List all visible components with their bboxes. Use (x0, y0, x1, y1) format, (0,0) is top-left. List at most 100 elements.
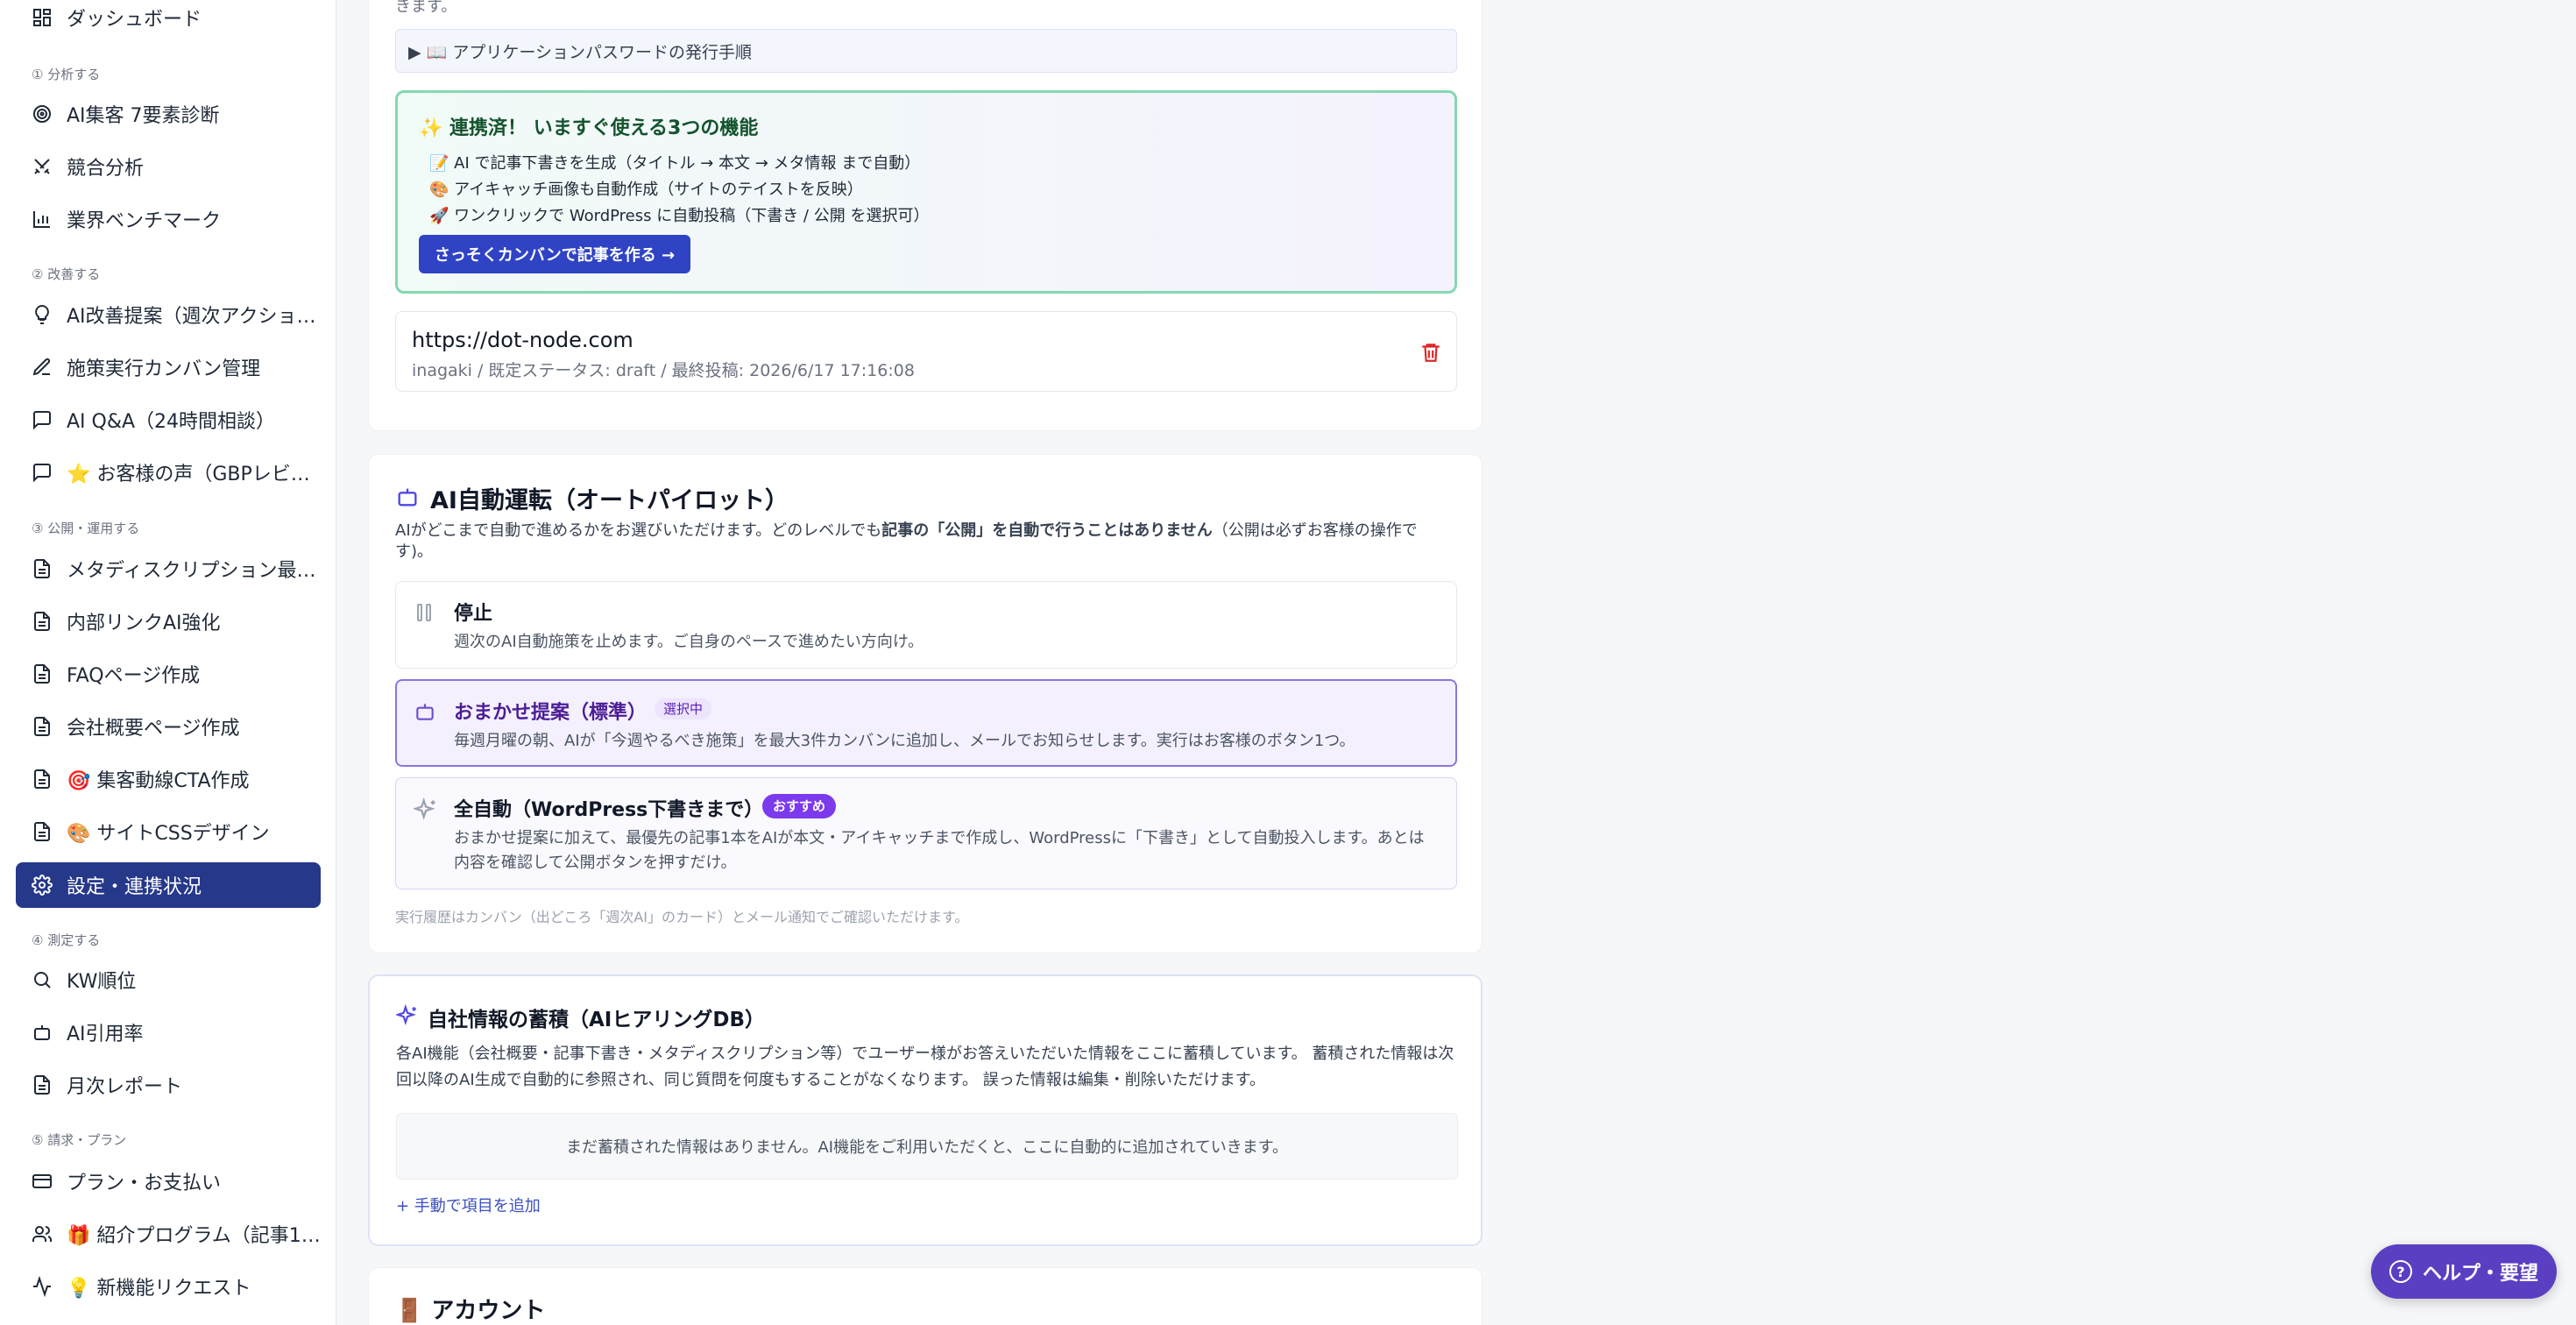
sidebar-item-label: AI集客 7要素診断 (67, 105, 220, 127)
document-icon (32, 558, 53, 579)
autopilot-footnote: 実行履歴はカンバン（出どころ「週次AI」のカード）とメール通知でご確認いただけま… (395, 909, 969, 925)
sidebar-item-dashboard[interactable]: ダッシュボード (16, 0, 321, 40)
option-desc: 毎週月曜の朝、AIが「今週やるべき施策」を最大3件カンバンに追加し、メールでお知… (454, 732, 1355, 750)
sidebar-item-label: プラン・お支払い (67, 1173, 222, 1194)
sidebar-item-settings[interactable]: 設定・連携状況 (16, 862, 321, 908)
sidebar-item-diagnosis[interactable]: AI集客 7要素診断 (16, 91, 321, 137)
sidebar-item-label: 競合分析 (67, 158, 145, 180)
robot-icon (395, 485, 420, 509)
sidebar-item-css-design[interactable]: 🎨 サイトCSSデザイン (16, 809, 321, 854)
document-icon (32, 611, 53, 632)
sidebar-item-label: KW順位 (67, 971, 137, 993)
option-title: 全自動（WordPress下書きまで） (454, 799, 764, 821)
sidebar-section-billing: ⑤ 請求・プラン (32, 1132, 127, 1148)
document-icon (32, 1074, 53, 1095)
autopilot-description-2: す)。 (395, 542, 434, 561)
target-icon (32, 103, 53, 124)
main-content: きます。 ▶ 📖 アプリケーションパスワードの発行手順 ✨ 連携済！ いますぐ使… (336, 0, 2576, 1325)
option-suggest[interactable]: おまかせ提案（標準） 選択中 毎週月曜の朝、AIが「今週やるべき施策」を最大3件… (395, 679, 1457, 767)
sidebar-item-label: 内部リンクAI強化 (67, 613, 221, 634)
sidebar-item-label: 会社概要ページ作成 (67, 718, 240, 740)
grid-icon (32, 7, 53, 28)
desc-prefix: AIがどこまで自動で進めるかをお選びいただけます。どのレベルでも (395, 521, 882, 540)
sidebar-item-label: AI改善提案（週次アクショ… (67, 306, 316, 328)
sidebar-item-label: 🎁 紹介プログラム（記事1… (67, 1225, 321, 1247)
desc-suffix: （公開は必ずお客様の操作で (1212, 521, 1418, 540)
sparkles-icon (394, 1003, 419, 1027)
sidebar-item-kanban[interactable]: 施策実行カンバン管理 (16, 344, 321, 390)
sidebar-item-cta[interactable]: 🎯 集客動線CTA作成 (16, 756, 321, 802)
option-stop[interactable]: 停止 週次のAI自動施策を止めます。ご自身のペースで進めたい方向け。 (395, 581, 1457, 669)
trash-icon[interactable] (1419, 340, 1442, 365)
option-desc: おまかせ提案に加えて、最優先の記事1本をAIが本文・アイキャッチまで作成し、Wo… (454, 829, 1425, 847)
document-icon (32, 663, 53, 684)
sidebar-item-label: 🎨 サイトCSSデザイン (67, 823, 270, 845)
option-title: 停止 (454, 603, 493, 625)
sidebar-section-analyze: ① 分析する (32, 67, 101, 82)
bar-chart-icon (32, 209, 53, 230)
sidebar-item-label: 🎯 集客動線CTA作成 (67, 770, 250, 792)
promo-line: 📝 AI で記事下書きを生成（タイトル → 本文 → メタ情報 まで自動） (429, 154, 921, 173)
sidebar-item-label: 施策実行カンバン管理 (67, 358, 261, 380)
sidebar-item-label: AI Q&A（24時間相談） (67, 411, 276, 433)
add-item-link[interactable]: + 手動で項目を追加 (396, 1194, 541, 1216)
pause-icon (414, 601, 435, 624)
top-fragment-text: きます。 (395, 0, 457, 16)
help-icon: ? (2388, 1260, 2412, 1283)
sidebar-item-label: メタディスクリプション最… (67, 560, 316, 582)
sidebar-item-ai-citation[interactable]: AI引用率 (16, 1010, 321, 1055)
gear-icon (32, 875, 53, 896)
sidebar-item-referral[interactable]: 🎁 紹介プログラム（記事1… (16, 1211, 321, 1257)
sidebar-item-faq[interactable]: FAQページ作成 (16, 651, 321, 697)
sidebar-item-benchmark[interactable]: 業界ベンチマーク (16, 196, 321, 242)
desc-bold: 記事の「公開」を自動で行うことはありません (881, 521, 1213, 540)
selected-badge: 選択中 (655, 698, 712, 719)
kb-description-2: 回以降のAI生成で自動的に参照され、同じ質問を何度もすることがなくなります。 誤… (396, 1071, 1265, 1089)
kb-empty-state: まだ蓄積された情報はありません。AI機能をご利用いただくと、ここに自動的に追加さ… (396, 1113, 1458, 1180)
help-button[interactable]: ? ヘルプ・要望 (2371, 1244, 2557, 1299)
recommended-badge: おすすめ (762, 794, 837, 818)
sidebar-item-internal-links[interactable]: 内部リンクAI強化 (16, 599, 321, 644)
option-desc: 週次のAI自動施策を止めます。ご自身のペースで進めたい方向け。 (454, 633, 924, 651)
help-label: ヘルプ・要望 (2422, 1263, 2538, 1285)
activity-icon (32, 1276, 53, 1297)
search-icon (32, 969, 53, 990)
howto-label: ▶ 📖 アプリケーションパスワードの発行手順 (408, 42, 752, 62)
sidebar-item-meta-description[interactable]: メタディスクリプション最… (16, 546, 321, 592)
sidebar-item-competitor[interactable]: 競合分析 (16, 144, 321, 189)
site-row: https://dot-node.com inagaki / 既定ステータス: … (395, 311, 1457, 392)
promo-title: ✨ 連携済！ いますぐ使える3つの機能 (419, 117, 759, 139)
sidebar-item-plan[interactable]: プラン・お支払い (16, 1158, 321, 1204)
promo-box: ✨ 連携済！ いますぐ使える3つの機能 📝 AI で記事下書きを生成（タイトル … (395, 90, 1457, 294)
howto-disclosure[interactable]: ▶ 📖 アプリケーションパスワードの発行手順 (395, 29, 1457, 73)
lightbulb-icon (32, 304, 53, 325)
sidebar-item-ai-qa[interactable]: AI Q&A（24時間相談） (16, 397, 321, 443)
sidebar-item-label: FAQページ作成 (67, 665, 201, 687)
option-desc-2: 内容を確認して公開ボタンを押すだけ。 (454, 854, 737, 872)
kb-title: 自社情報の蓄積（AIヒアリングDB） (428, 1009, 765, 1031)
sidebar-item-reviews[interactable]: ⭐ お客様の声（GBPレビ… (16, 450, 321, 495)
account-card: 🚪 アカウント (368, 1267, 1483, 1325)
sidebar-item-feature-request[interactable]: 💡 新機能リクエスト (16, 1264, 321, 1309)
sidebar-item-ai-suggestions[interactable]: AI改善提案（週次アクショ… (16, 292, 321, 337)
kanban-cta-button[interactable]: さっそくカンバンで記事を作る → (419, 235, 690, 273)
kb-description: 各AI機能（会社概要・記事下書き・メタディスクリプション等）でユーザー様がお答え… (396, 1045, 1454, 1063)
sidebar-section-publish: ③ 公開・運用する (32, 521, 140, 536)
document-icon (32, 821, 53, 842)
sidebar-item-label: 月次レポート (67, 1076, 183, 1098)
sidebar-item-label: ⭐ お客様の声（GBPレビ… (67, 464, 310, 485)
chat-icon (32, 462, 53, 483)
swords-icon (32, 156, 53, 177)
account-title: 🚪 アカウント (395, 1298, 546, 1324)
promo-line: 🎨 アイキャッチ画像も自動作成（サイトのテイストを反映） (429, 181, 863, 199)
sidebar-item-company-profile[interactable]: 会社概要ページ作成 (16, 704, 321, 749)
autopilot-card: AI自動運転（オートパイロット） AIがどこまで自動で進めるかをお選びいただけま… (368, 454, 1483, 953)
sidebar-item-kw-rank[interactable]: KW順位 (16, 957, 321, 1003)
sidebar-item-monthly-report[interactable]: 月次レポート (16, 1062, 321, 1108)
sidebar-item-label: 💡 新機能リクエスト (67, 1278, 251, 1300)
sidebar: ダッシュボード ① 分析する AI集客 7要素診断 競合分析 業界ベンチマーク … (0, 0, 336, 1325)
robot-icon (32, 1022, 53, 1043)
option-full-auto[interactable]: 全自動（WordPress下書きまで） おすすめ おまかせ提案に加えて、最優先の… (395, 777, 1457, 889)
credit-card-icon (32, 1171, 53, 1192)
users-icon (32, 1223, 53, 1244)
